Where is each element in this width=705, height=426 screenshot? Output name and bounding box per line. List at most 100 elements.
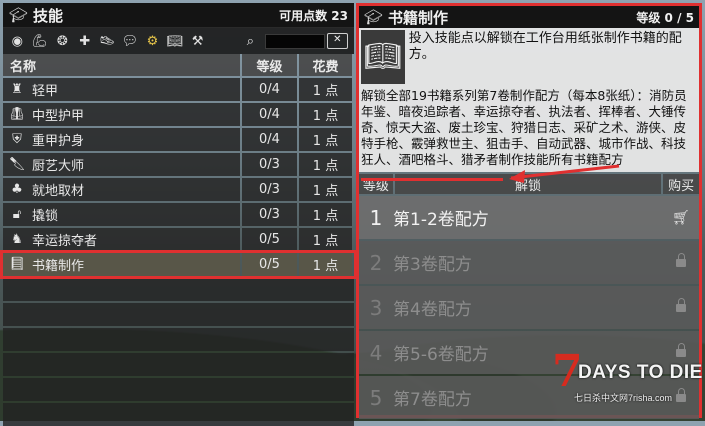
highlight-underline [361, 178, 503, 181]
recipe-row[interactable]: 1 第1-2卷配方 🛒︎ [359, 196, 699, 239]
search-icon: ⌕ [246, 33, 254, 49]
skills-column-headers: 名称 等级 花费 [3, 54, 354, 76]
empty-skill-slot [3, 353, 354, 376]
skill-cost: 1 点 [299, 203, 352, 226]
column-buy: 购买 [663, 174, 699, 194]
game-logo-watermark: 7 DAYS TO DIE 七日杀中文网7risha.com [552, 350, 702, 408]
skill-cost: 1 点 [299, 253, 352, 276]
detail-level: 等级 0 / 5 [636, 10, 694, 25]
brain-icon[interactable]: ❂ [54, 33, 71, 50]
detail-header: 🎓︎ 书籍制作 等级 0 / 5 [359, 6, 699, 28]
recipe-name: 第1-2卷配方 [393, 210, 489, 230]
skill-cost: 1 点 [299, 103, 352, 126]
lock-icon [671, 252, 691, 273]
book-icon: 📘︎ [8, 256, 26, 272]
skill-detail-panel: 🎓︎ 书籍制作 等级 0 / 5 📖︎ 投入技能点以解锁在工作台用纸张制作书籍的… [356, 3, 702, 419]
skill-level: 0/4 [242, 128, 297, 151]
empty-skill-slot [3, 303, 354, 326]
recipe-level: 1 [369, 205, 383, 230]
skill-name: 厨艺大师 [32, 159, 85, 174]
skills-title: 技能 [33, 6, 64, 25]
skill-level: 0/5 [242, 228, 297, 251]
skill-level: 0/3 [242, 178, 297, 201]
book-icon[interactable]: 📖︎ [167, 33, 184, 50]
skill-row[interactable]: ♞ 幸运掠夺者 0/5 1 点 [3, 228, 354, 251]
skill-list: ♜ 轻甲 0/4 1 点 🦺︎ 中型护甲 0/4 1 点 ⛨ 重甲护身 0/4 1 点… [0, 78, 357, 426]
skill-cost: 1 点 [299, 153, 352, 176]
light-armor-icon: ♜ [11, 81, 23, 97]
skill-row-selected[interactable]: 📘︎ 书籍制作 0/5 1 点 [0, 250, 357, 279]
empty-skill-slot [3, 403, 354, 426]
lucky-looter-icon: ♞ [11, 231, 23, 247]
skill-name: 撬锁 [32, 209, 59, 224]
gear-icon[interactable]: ⚙ [144, 33, 161, 50]
skill-name: 重甲护身 [32, 134, 85, 149]
skill-row[interactable]: 🔪︎ 厨艺大师 0/3 1 点 [3, 153, 354, 176]
column-name: 名称 [3, 54, 240, 76]
skill-name: 中型护甲 [32, 109, 85, 124]
skill-level: 0/3 [242, 153, 297, 176]
skill-level: 0/4 [242, 103, 297, 126]
recipe-level: 5 [369, 385, 383, 410]
recipe-level: 3 [369, 295, 383, 320]
clear-search-icon[interactable]: ✕ [326, 33, 349, 49]
running-shoe-icon[interactable]: 👟︎ [99, 33, 116, 50]
skill-level: 0/5 [242, 253, 297, 276]
skill-cost: 1 点 [299, 78, 352, 101]
skill-cost: 1 点 [299, 128, 352, 151]
logo-title: DAYS TO DIE [578, 362, 703, 383]
empty-skill-slot [3, 328, 354, 351]
skill-level: 0/3 [242, 203, 297, 226]
skill-cost: 1 点 [299, 178, 352, 201]
column-cost: 花费 [299, 54, 352, 76]
skill-row[interactable]: ♜ 轻甲 0/4 1 点 [3, 78, 354, 101]
strength-arm-icon[interactable]: 💪︎ [32, 33, 49, 50]
recipe-level: 4 [369, 340, 383, 365]
skill-name: 书籍制作 [32, 259, 85, 274]
medium-armor-icon: 🦺︎ [8, 106, 26, 122]
skill-cost: 1 点 [299, 228, 352, 251]
recipe-row[interactable]: 3 第4卷配方 [359, 286, 699, 329]
empty-skill-slot [3, 278, 354, 301]
skill-name: 轻甲 [32, 84, 59, 99]
tree-icon: ♣ [11, 181, 23, 197]
skill-name: 就地取材 [32, 184, 85, 199]
skill-level: 0/4 [242, 78, 297, 101]
graduation-cap-icon: 🎓︎ [9, 6, 29, 24]
logo-subtitle: 七日杀中文网7risha.com [574, 393, 673, 403]
skill-search-input[interactable] [264, 33, 325, 49]
chat-bubble-icon[interactable]: 💬︎ [122, 33, 139, 50]
highlight-arrow-icon [509, 164, 620, 183]
heavy-armor-icon: ⛨ [12, 131, 22, 147]
recipe-level: 2 [369, 250, 383, 275]
skill-row[interactable]: ♣ 就地取材 0/3 1 点 [3, 178, 354, 201]
available-points: 可用点数 23 [279, 8, 348, 23]
recipe-name: 第3卷配方 [393, 255, 472, 275]
graduation-cap-icon: 🎓︎ [364, 8, 384, 26]
plus-icon[interactable]: ✚ [77, 33, 94, 50]
detail-title: 书籍制作 [388, 8, 449, 27]
lock-icon: 🔓︎ [12, 206, 22, 222]
skill-filter-bar: ◉ 💪︎ ❂ ✚ 👟︎ 💬︎ ⚙ 📖︎ ⚒ ⌕ ✕ [3, 28, 354, 54]
skill-info-box: 📖︎ 投入技能点以解锁在工作台用纸张制作书籍的配方。 解锁全部19书籍系列第7卷… [359, 28, 699, 183]
skills-panel: 🎓︎ 技能 可用点数 23 ◉ 💪︎ ❂ ✚ 👟︎ 💬︎ ⚙ 📖︎ ⚒ ⌕ ✕ … [0, 3, 357, 426]
book-icon: 📖︎ [363, 39, 402, 74]
column-level: 等级 [359, 174, 393, 194]
chef-knife-icon: 🔪︎ [8, 156, 26, 172]
skill-name: 幸运掠夺者 [32, 234, 98, 249]
skill-description: 投入技能点以解锁在工作台用纸张制作书籍的配方。 [408, 31, 682, 62]
skills-header: 🎓︎ 技能 可用点数 23 [3, 3, 354, 28]
cart-icon[interactable]: 🛒︎ [671, 208, 691, 228]
skill-icon-tile: 📖︎ [361, 30, 405, 84]
empty-skill-slot [3, 378, 354, 401]
column-level: 等级 [242, 54, 297, 76]
skill-row[interactable]: ⛨ 重甲护身 0/4 1 点 [3, 128, 354, 151]
recipe-name: 第4卷配方 [393, 300, 472, 320]
lock-icon [671, 297, 691, 318]
recipe-row[interactable]: 2 第3卷配方 [359, 241, 699, 284]
hammer-icon[interactable]: ⚒ [189, 33, 206, 50]
eye-icon[interactable]: ◉ [9, 33, 26, 50]
skill-unlock-details: 解锁全部19书籍系列第7卷制作配方（每本8张纸）：消防员年鉴、暗夜追踪者、幸运掠… [359, 86, 699, 183]
skill-row[interactable]: 🔓︎ 撬锁 0/3 1 点 [3, 203, 354, 226]
skill-row[interactable]: 🦺︎ 中型护甲 0/4 1 点 [3, 103, 354, 126]
